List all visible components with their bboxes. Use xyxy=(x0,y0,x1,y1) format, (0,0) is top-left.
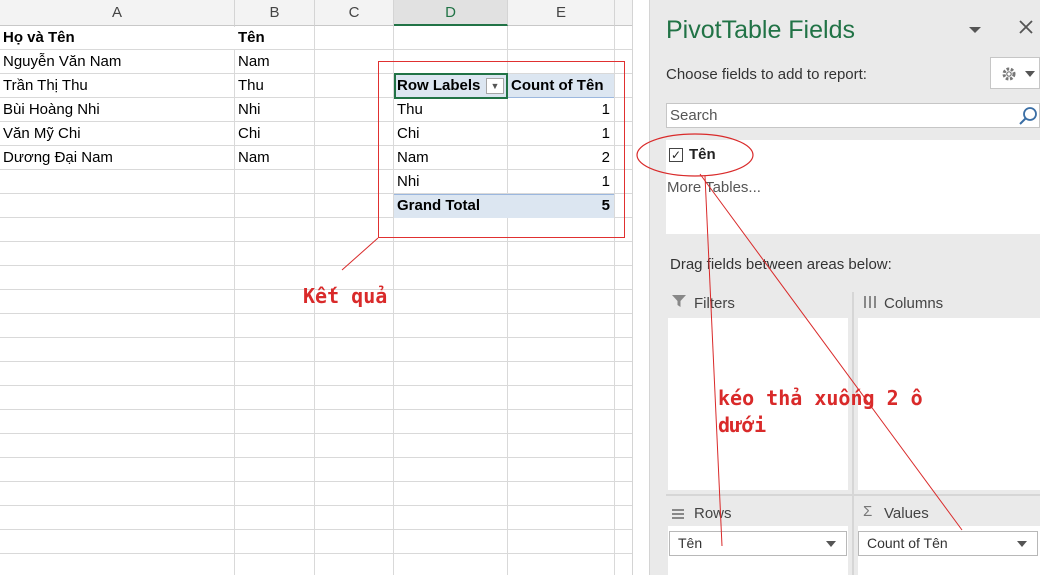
values-area-label: Values xyxy=(884,505,929,522)
field-checkbox-ten[interactable]: ✓ xyxy=(669,148,683,162)
cell-a1[interactable]: Họ và Tên xyxy=(0,26,234,50)
filters-area-label: Filters xyxy=(694,295,735,312)
area-divider xyxy=(666,494,1040,496)
cell-a3[interactable]: Trần Thị Thu xyxy=(0,74,234,98)
chevron-down-icon[interactable] xyxy=(1017,541,1027,547)
cell-a2[interactable]: Nguyễn Văn Nam xyxy=(0,50,234,74)
column-header-f[interactable] xyxy=(615,0,632,26)
filter-icon xyxy=(672,294,686,311)
rows-icon xyxy=(672,506,684,522)
cell-b3[interactable]: Thu xyxy=(235,74,314,98)
column-header-c[interactable]: C xyxy=(315,0,394,26)
cell-b6[interactable]: Nam xyxy=(235,146,314,170)
search-input[interactable]: Search xyxy=(666,103,1040,128)
rows-area-label: Rows xyxy=(694,505,732,522)
pane-title: PivotTable Fields xyxy=(666,16,855,44)
rows-field-label: Tên xyxy=(678,535,703,551)
cell-b4[interactable]: Nhi xyxy=(235,98,314,122)
spreadsheet-grid[interactable]: A B C D E Họ và Tên Tên Nguyễn Văn Nam N… xyxy=(0,0,632,575)
chevron-down-icon xyxy=(1025,71,1035,77)
values-field-label: Count of Tên xyxy=(867,535,948,551)
rows-field-pill[interactable]: Tên xyxy=(669,531,847,556)
cell-a4[interactable]: Bùi Hoàng Nhi xyxy=(0,98,234,122)
search-icon[interactable] xyxy=(1018,105,1040,127)
columns-icon xyxy=(864,295,876,311)
columns-area-label: Columns xyxy=(884,295,944,312)
cell-b1[interactable]: Tên xyxy=(235,26,314,50)
result-highlight-box xyxy=(378,61,625,238)
screen: A B C D E Họ và Tên Tên Nguyễn Văn Nam N… xyxy=(0,0,1040,575)
area-divider xyxy=(852,292,854,575)
chevron-down-icon[interactable] xyxy=(968,22,982,40)
column-header-a[interactable]: A xyxy=(0,0,235,26)
tools-button[interactable] xyxy=(990,57,1040,89)
choose-fields-label: Choose fields to add to report: xyxy=(666,66,867,83)
column-header-b[interactable]: B xyxy=(235,0,315,26)
cell-a6[interactable]: Dương Đại Nam xyxy=(0,146,234,170)
more-tables-link[interactable]: More Tables... xyxy=(667,179,761,196)
cell-b5[interactable]: Chi xyxy=(235,122,314,146)
values-field-pill[interactable]: Count of Tên xyxy=(858,531,1038,556)
field-label-ten[interactable]: Tên xyxy=(689,146,716,163)
drag-annotation-line1: kéo thả xuống 2 ô xyxy=(718,386,923,410)
result-annotation: Kết quả xyxy=(303,284,388,308)
cell-a5[interactable]: Văn Mỹ Chi xyxy=(0,122,234,146)
cell-b2[interactable]: Nam xyxy=(235,50,314,74)
close-icon[interactable] xyxy=(1018,19,1034,40)
column-header-d[interactable]: D xyxy=(394,0,508,26)
gear-icon xyxy=(1002,67,1016,81)
column-header-e[interactable]: E xyxy=(508,0,615,26)
drag-fields-label: Drag fields between areas below: xyxy=(670,256,892,273)
pivot-fields-pane: PivotTable Fields Choose fields to add t… xyxy=(650,0,1040,575)
chevron-down-icon[interactable] xyxy=(826,541,836,547)
sheet-scrollbar[interactable] xyxy=(632,0,650,575)
drag-annotation-line2: dưới xyxy=(718,413,767,437)
sigma-icon: Σ xyxy=(863,503,873,520)
